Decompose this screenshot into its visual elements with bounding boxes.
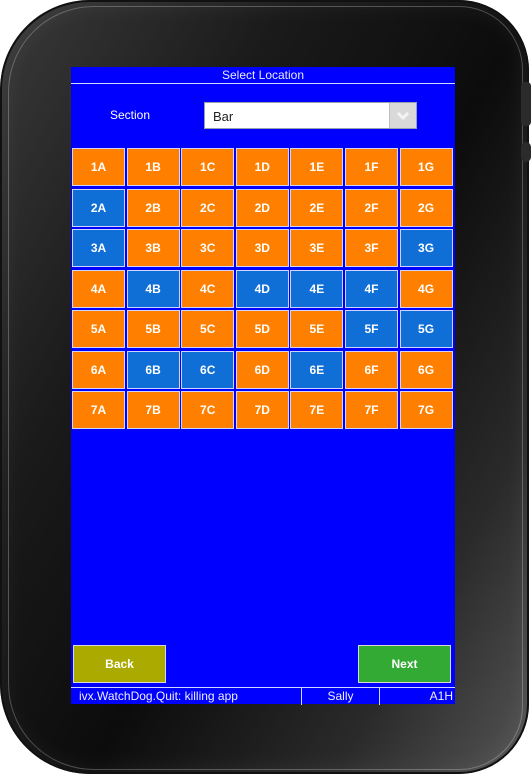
table-button-2e[interactable]: 2E — [290, 188, 344, 227]
back-button[interactable]: Back — [73, 645, 166, 683]
table-button-3a[interactable]: 3A — [72, 229, 125, 267]
table-grid: 1A 1B 1C 1D 1E 1F 1G 2A 2B 2C 2D 2E 2F 2G 3A 3B 3C 3D 3E 3F… — [72, 148, 453, 429]
table-button-5a[interactable]: 5A — [72, 310, 125, 348]
section-select[interactable]: Bar — [204, 102, 417, 129]
section-select-value: Bar — [213, 109, 234, 124]
table-button-5e[interactable]: 5E — [290, 310, 344, 348]
table-button-7c[interactable]: 7C — [181, 391, 235, 429]
table-button-4g[interactable]: 4G — [399, 269, 453, 308]
table-button-1c[interactable]: 1C — [181, 148, 235, 186]
table-button-1e[interactable]: 1E — [290, 148, 344, 186]
table-button-7e[interactable]: 7E — [290, 391, 344, 429]
table-button-5c[interactable]: 5C — [181, 310, 235, 348]
table-button-2d[interactable]: 2D — [235, 188, 289, 227]
app-screen: Select Location Section Bar 1A 1B 1C 1D 1E 1F… — [71, 67, 455, 705]
table-button-2f[interactable]: 2F — [344, 188, 398, 227]
status-bar: ivx.WatchDog.Quit: killing app Sally A1H — [71, 687, 455, 705]
table-button-2g[interactable]: 2G — [399, 188, 453, 227]
table-button-4f[interactable]: 4F — [344, 269, 398, 308]
table-button-3d[interactable]: 3D — [235, 229, 289, 267]
table-button-6a[interactable]: 6A — [72, 350, 125, 389]
status-message: ivx.WatchDog.Quit: killing app — [71, 688, 302, 705]
table-button-7a[interactable]: 7A — [72, 391, 125, 429]
table-button-6f[interactable]: 6F — [344, 350, 398, 389]
table-button-1f[interactable]: 1F — [344, 148, 398, 186]
table-button-2c[interactable]: 2C — [181, 188, 235, 227]
section-label: Section — [110, 108, 151, 122]
next-button[interactable]: Next — [358, 645, 451, 683]
table-button-3f[interactable]: 3F — [344, 229, 398, 267]
table-button-6d[interactable]: 6D — [235, 350, 289, 389]
table-button-7b[interactable]: 7B — [126, 391, 180, 429]
volume-button — [521, 82, 531, 126]
table-button-3g[interactable]: 3G — [399, 229, 453, 267]
table-button-2b[interactable]: 2B — [126, 188, 180, 227]
table-button-6b[interactable]: 6B — [126, 350, 180, 389]
table-button-1g[interactable]: 1G — [399, 148, 453, 186]
table-button-6e[interactable]: 6E — [290, 350, 344, 389]
table-button-1d[interactable]: 1D — [235, 148, 289, 186]
table-button-7f[interactable]: 7F — [344, 391, 398, 429]
table-button-3e[interactable]: 3E — [290, 229, 344, 267]
table-button-7g[interactable]: 7G — [399, 391, 453, 429]
table-button-4c[interactable]: 4C — [181, 269, 235, 308]
table-button-1a[interactable]: 1A — [72, 148, 125, 186]
table-button-1b[interactable]: 1B — [126, 148, 180, 186]
table-button-6g[interactable]: 6G — [399, 350, 453, 389]
table-button-3c[interactable]: 3C — [181, 229, 235, 267]
table-button-3b[interactable]: 3B — [126, 229, 180, 267]
window-title: Select Location — [71, 67, 455, 84]
table-button-4e[interactable]: 4E — [290, 269, 344, 308]
table-button-5d[interactable]: 5D — [235, 310, 289, 348]
status-code: A1H — [429, 689, 453, 703]
table-button-4d[interactable]: 4D — [235, 269, 289, 308]
status-user: Sally — [302, 688, 380, 705]
table-button-5g[interactable]: 5G — [399, 310, 453, 348]
table-button-5b[interactable]: 5B — [126, 310, 180, 348]
table-button-5f[interactable]: 5F — [344, 310, 398, 348]
power-button — [521, 142, 531, 162]
table-button-6c[interactable]: 6C — [181, 350, 235, 389]
table-button-2a[interactable]: 2A — [72, 188, 125, 227]
table-button-4a[interactable]: 4A — [72, 269, 125, 308]
chevron-down-icon[interactable] — [389, 103, 416, 128]
table-button-4b[interactable]: 4B — [126, 269, 180, 308]
table-button-7d[interactable]: 7D — [235, 391, 289, 429]
